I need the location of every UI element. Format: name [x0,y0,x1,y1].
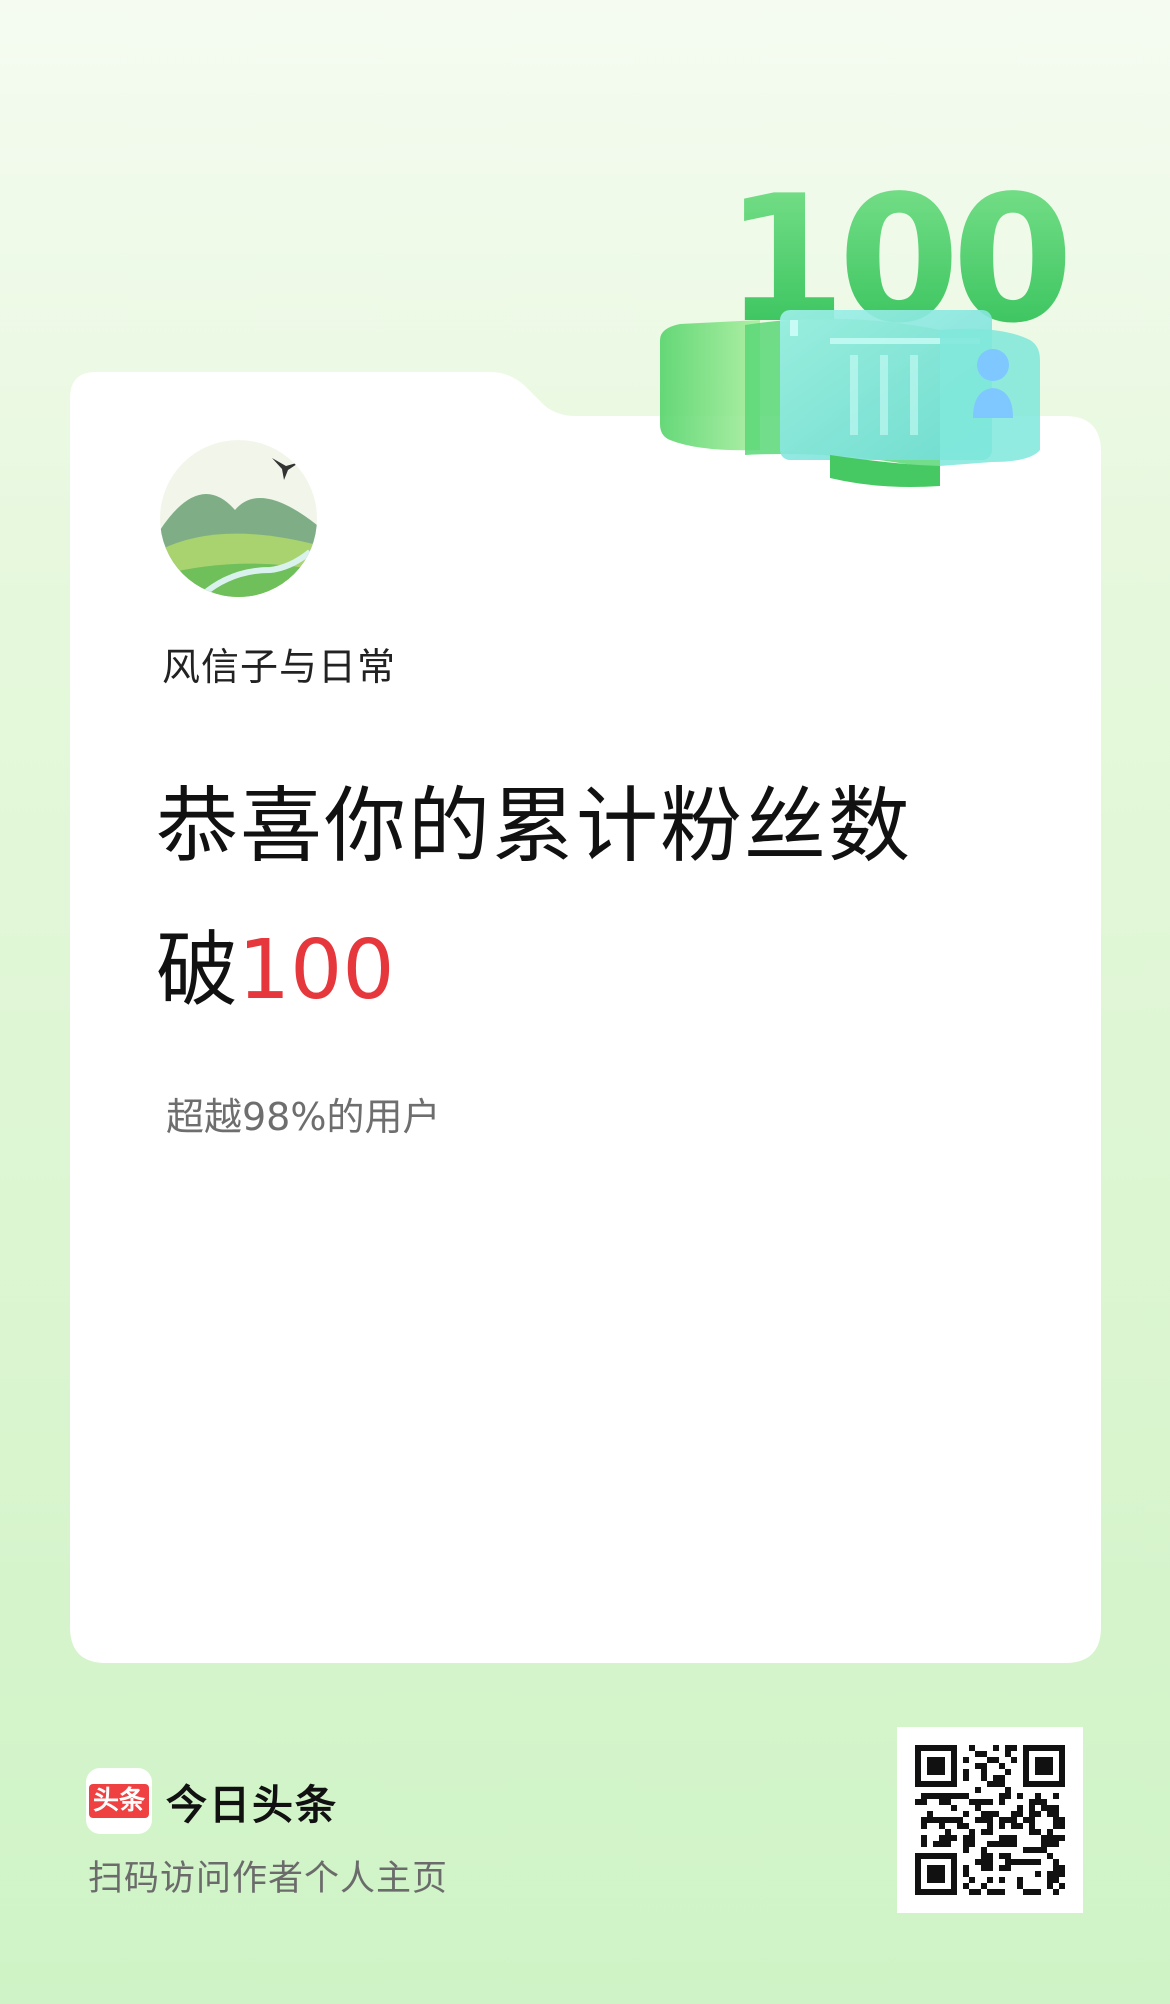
toutiao-logo-icon: 头条 [86,1768,152,1834]
rank-subtext: 超越98%的用户 [166,1095,441,1139]
milestone-badge: 100 [640,150,1100,510]
username[interactable]: 风信子与日常 [162,636,396,691]
headline-prefix: 破 [156,923,239,1018]
qr-code[interactable] [897,1727,1083,1913]
headline-value: 100 [238,923,395,1018]
brand: 头条 今日头条 [86,1768,338,1834]
brand-name: 今日头条 [166,1781,338,1829]
avatar[interactable] [160,440,317,597]
scan-hint: 扫码访问作者个人主页 [88,1859,449,1899]
landscape-avatar-image [160,440,317,597]
brand-logo-text: 头条 [88,1783,149,1819]
qr-code-image [897,1727,1083,1913]
headline-line2: 破100 [156,930,395,1012]
headline-line1: 恭喜你的累计粉丝数 [156,779,913,874]
